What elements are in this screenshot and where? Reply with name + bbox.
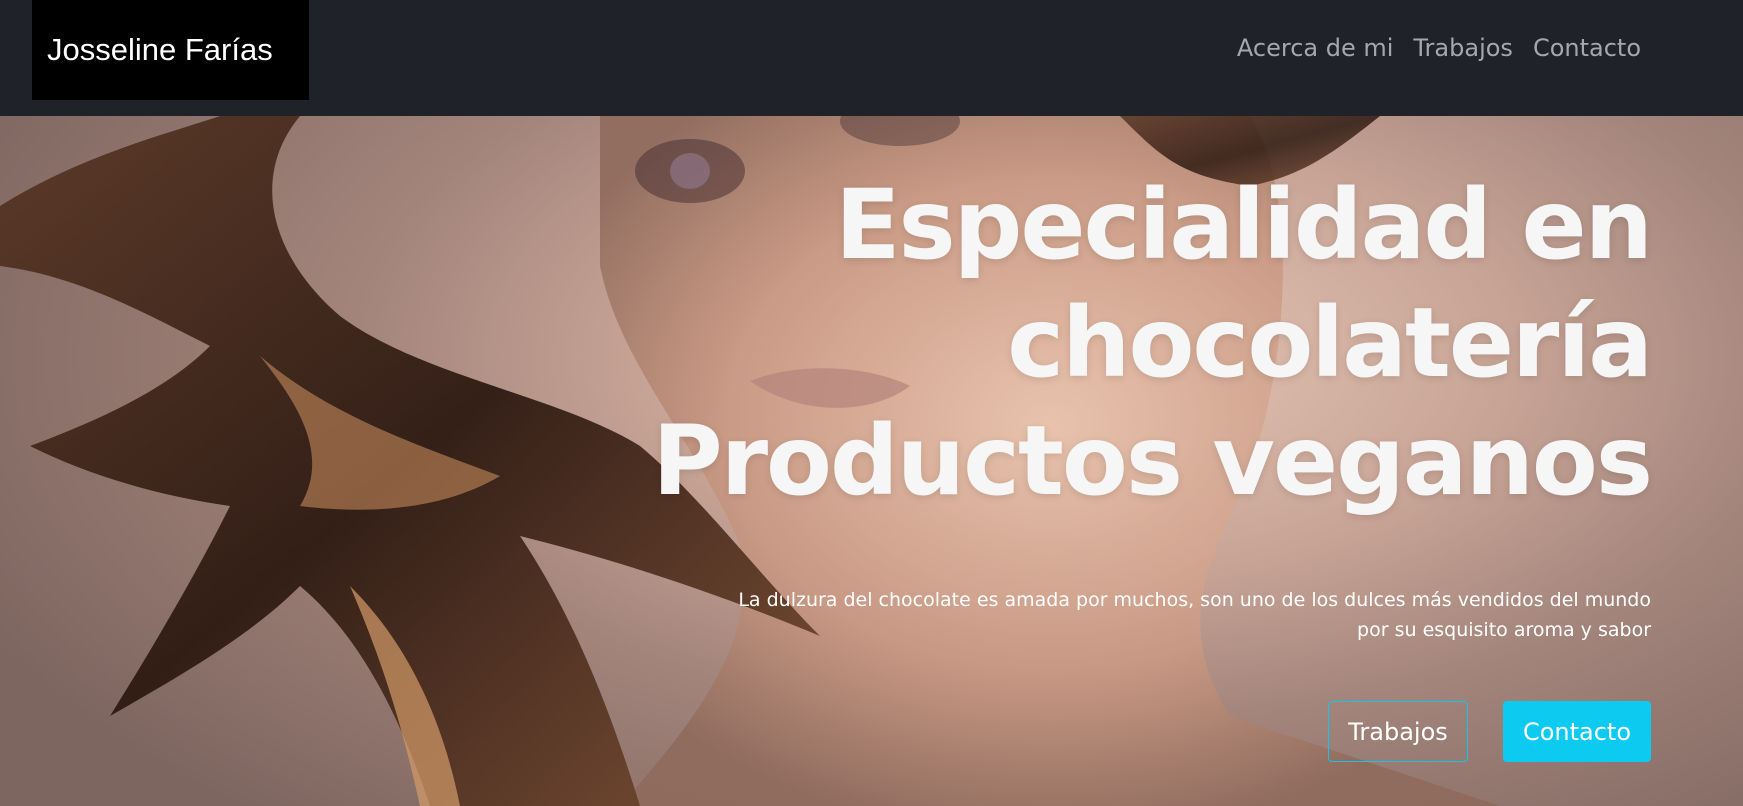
hero-buttons: Trabajos Contacto: [1328, 701, 1651, 762]
hero-title-line-2: chocolatería: [1007, 287, 1653, 399]
hero-title-line-1: Especialidad en: [834, 169, 1653, 281]
contact-button[interactable]: Contacto: [1503, 701, 1651, 762]
navbar: Josseline Farías Acerca de mi Trabajos C…: [0, 0, 1743, 116]
nav-link-contact[interactable]: Contacto: [1533, 30, 1641, 66]
works-button[interactable]: Trabajos: [1328, 701, 1468, 762]
hero-title: Especialidad en chocolatería Productos v…: [651, 166, 1653, 520]
hero-title-line-3: Productos veganos: [652, 405, 1653, 517]
nav-link-works[interactable]: Trabajos: [1413, 30, 1513, 66]
nav-link-about[interactable]: Acerca de mi: [1237, 30, 1394, 66]
brand-logo[interactable]: Josseline Farías: [32, 0, 309, 100]
hero-section: Especialidad en chocolatería Productos v…: [0, 116, 1743, 806]
nav-links: Acerca de mi Trabajos Contacto: [1237, 30, 1641, 66]
hero-subtitle: La dulzura del chocolate es amada por mu…: [738, 589, 1651, 641]
hero-content: Especialidad en chocolatería Productos v…: [651, 166, 1653, 645]
